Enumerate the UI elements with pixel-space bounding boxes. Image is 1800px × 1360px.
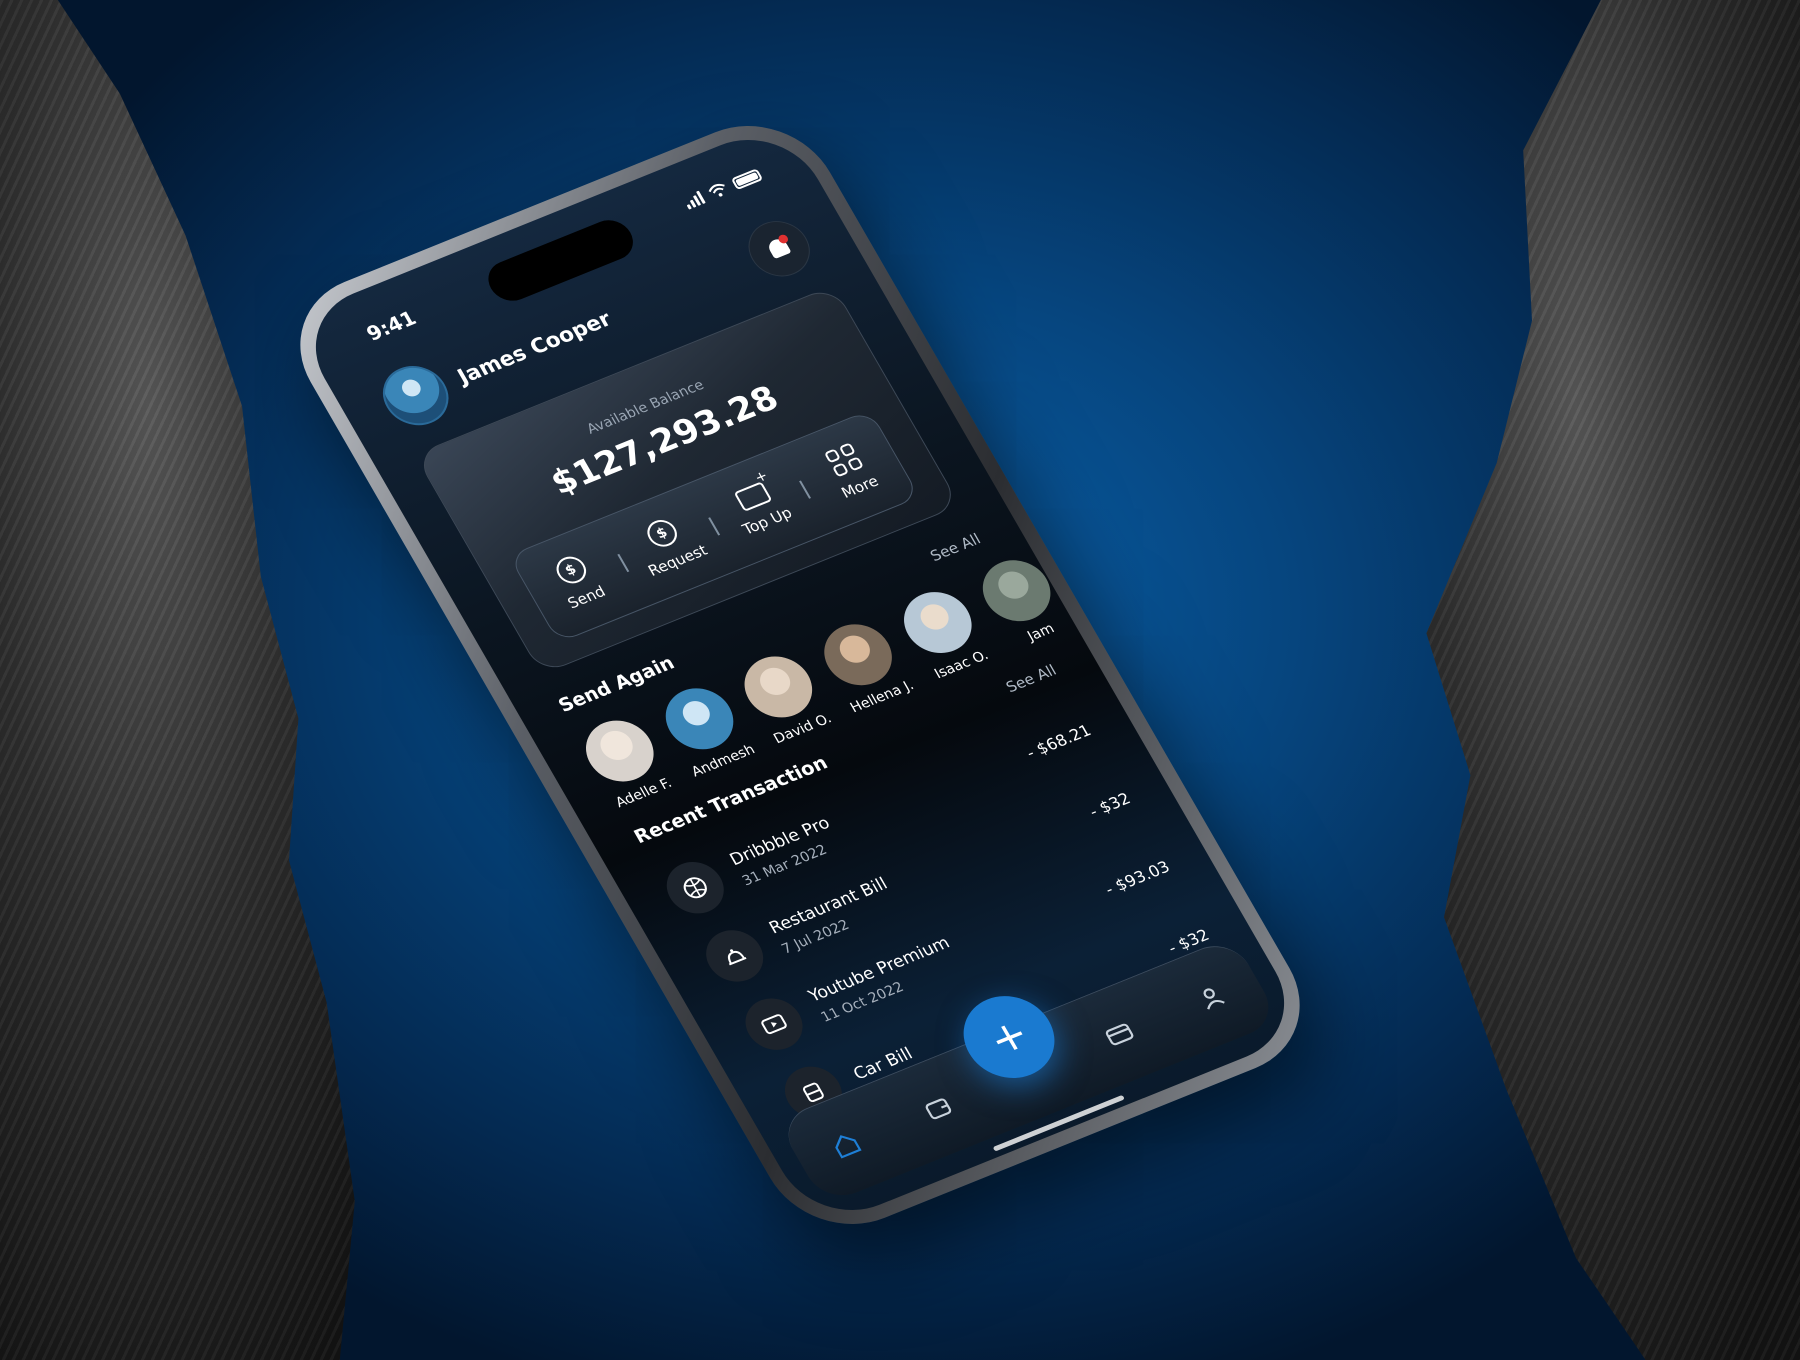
contact-avatar: [653, 679, 745, 759]
rock-left-decoration: [0, 0, 355, 1360]
basketball-icon: [656, 853, 734, 922]
phone-mockup: 9:41 James Cooper Available Balance $127…: [270, 102, 1330, 1248]
scene-background: 9:41 James Cooper Available Balance $127…: [0, 0, 1800, 1360]
status-time: 9:41: [362, 305, 421, 346]
contact-avatar: [732, 646, 825, 727]
wallet-icon[interactable]: [916, 1089, 959, 1126]
grid-more-icon: [824, 442, 865, 478]
transaction-amount: - $32: [1085, 788, 1134, 821]
battery-icon: [730, 167, 764, 190]
send-button[interactable]: $ Send: [522, 541, 633, 622]
contact-avatar: [970, 550, 1063, 631]
contact-item[interactable]: David O.: [731, 646, 838, 748]
contact-name: Jam: [1024, 620, 1058, 645]
contact-item[interactable]: Isaac O.: [890, 582, 997, 684]
contact-item[interactable]: Jam: [969, 550, 1076, 652]
cloche-icon: [695, 922, 774, 990]
home-icon[interactable]: [825, 1126, 868, 1163]
contact-avatar: [812, 614, 904, 695]
contact-avatar: [891, 582, 984, 663]
transaction-amount: - $93.03: [1101, 856, 1173, 899]
send-label: Send: [564, 582, 609, 613]
profile-icon[interactable]: [1190, 979, 1233, 1016]
send-again-see-all-link[interactable]: See All: [927, 530, 984, 565]
notification-button[interactable]: [737, 212, 821, 285]
card-icon[interactable]: [1098, 1016, 1141, 1053]
send-money-icon: $: [550, 552, 591, 588]
top-up-button[interactable]: Top Up: [706, 470, 814, 546]
bell-icon: [763, 234, 796, 263]
avatar[interactable]: [371, 356, 461, 435]
rock-right-decoration: [1426, 0, 1800, 1360]
request-button[interactable]: $ Request: [613, 504, 724, 585]
more-button[interactable]: More: [795, 431, 906, 512]
contact-item[interactable]: Andmesh: [652, 678, 759, 780]
user-name: James Cooper: [453, 306, 616, 389]
app-screen: 9:41 James Cooper Available Balance $127…: [290, 119, 1310, 1231]
request-money-icon: $: [641, 515, 683, 551]
contact-avatar: [573, 711, 666, 792]
signal-icon: [682, 190, 706, 210]
contact-item[interactable]: Adelle F.: [572, 710, 679, 812]
contact-item[interactable]: Hellena J.: [810, 614, 917, 716]
more-label: More: [838, 472, 882, 502]
status-icons: [682, 167, 764, 210]
recent-see-all-link[interactable]: See All: [1003, 661, 1060, 696]
transaction-amount: - $68.21: [1022, 720, 1095, 762]
top-up-card-icon: [733, 481, 773, 512]
play-icon: [735, 990, 813, 1058]
request-label: Request: [644, 541, 711, 580]
wifi-icon: [708, 183, 725, 197]
phone-frame: 9:41 James Cooper Available Balance $127…: [270, 102, 1330, 1248]
